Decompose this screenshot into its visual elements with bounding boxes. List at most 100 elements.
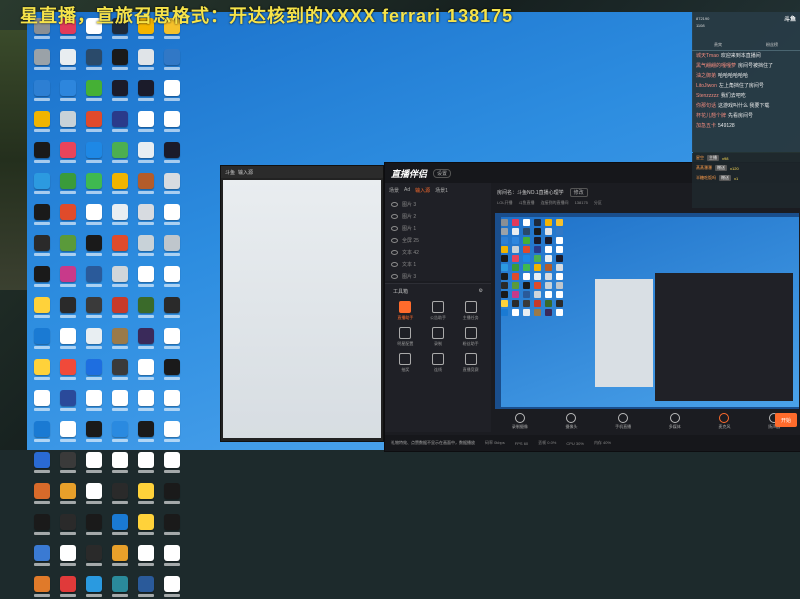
app-icon[interactable] <box>60 235 76 251</box>
bottom-tool-button[interactable]: 麦克风 <box>718 412 730 430</box>
desktop-shortcut[interactable] <box>30 295 54 320</box>
app-icon[interactable] <box>86 514 102 530</box>
desktop-shortcut[interactable] <box>134 512 158 537</box>
app-icon[interactable] <box>138 359 154 375</box>
layer-item[interactable]: 图片 2 <box>385 210 491 222</box>
desktop-shortcut[interactable] <box>82 543 106 568</box>
desktop-shortcut[interactable] <box>108 140 132 165</box>
desktop-shortcut[interactable] <box>134 109 158 134</box>
tool-button[interactable]: 粉丝助手 <box>454 327 487 347</box>
desktop-shortcut[interactable] <box>30 388 54 413</box>
app-icon[interactable] <box>164 483 180 499</box>
desktop-shortcut[interactable] <box>30 264 54 289</box>
desktop-shortcut[interactable] <box>56 512 80 537</box>
desktop-shortcut[interactable] <box>56 543 80 568</box>
desktop-shortcut[interactable] <box>56 78 80 103</box>
edit-room-button[interactable]: 修改 <box>569 187 588 197</box>
desktop-shortcut[interactable] <box>160 78 184 103</box>
app-icon[interactable] <box>112 173 128 189</box>
desktop-shortcut[interactable] <box>30 140 54 165</box>
desktop-shortcut[interactable] <box>160 47 184 72</box>
desktop-shortcut[interactable] <box>160 109 184 134</box>
desktop-shortcut[interactable] <box>56 109 80 134</box>
app-icon[interactable] <box>34 49 50 65</box>
app-icon[interactable] <box>112 297 128 313</box>
app-icon[interactable] <box>34 235 50 251</box>
app-icon[interactable] <box>60 204 76 220</box>
desktop-shortcut[interactable] <box>108 512 132 537</box>
desktop-shortcut[interactable] <box>134 295 158 320</box>
desktop-shortcut[interactable] <box>134 419 158 444</box>
desktop-shortcut[interactable] <box>134 47 158 72</box>
app-icon[interactable] <box>112 328 128 344</box>
app-icon[interactable] <box>164 49 180 65</box>
app-icon[interactable] <box>164 111 180 127</box>
app-icon[interactable] <box>164 328 180 344</box>
app-icon[interactable] <box>112 111 128 127</box>
desktop-shortcut[interactable] <box>56 233 80 258</box>
desktop-shortcut[interactable] <box>82 512 106 537</box>
app-icon[interactable] <box>112 390 128 406</box>
app-icon[interactable] <box>138 173 154 189</box>
tool-button[interactable]: 直播助手 <box>389 301 422 321</box>
desktop-shortcut[interactable] <box>56 357 80 382</box>
desktop-shortcut[interactable] <box>134 357 158 382</box>
app-icon[interactable] <box>164 576 180 592</box>
desktop-shortcut[interactable] <box>82 233 106 258</box>
app-icon[interactable] <box>138 142 154 158</box>
desktop-shortcut[interactable] <box>160 202 184 227</box>
desktop-shortcut[interactable] <box>30 481 54 506</box>
desktop-shortcut[interactable] <box>160 543 184 568</box>
desktop-shortcut[interactable] <box>160 419 184 444</box>
desktop-shortcut[interactable] <box>108 109 132 134</box>
desktop-shortcut[interactable] <box>82 450 106 475</box>
app-icon[interactable] <box>112 483 128 499</box>
app-icon[interactable] <box>34 483 50 499</box>
app-icon[interactable] <box>60 514 76 530</box>
app-icon[interactable] <box>112 204 128 220</box>
app-icon[interactable] <box>86 111 102 127</box>
desktop-shortcut[interactable] <box>134 171 158 196</box>
app-icon[interactable] <box>138 49 154 65</box>
app-icon[interactable] <box>60 111 76 127</box>
desktop-shortcut[interactable] <box>30 574 54 599</box>
app-icon[interactable] <box>164 142 180 158</box>
app-icon[interactable] <box>86 390 102 406</box>
desktop-shortcut[interactable] <box>82 295 106 320</box>
app-icon[interactable] <box>60 297 76 313</box>
desktop-shortcut[interactable] <box>160 326 184 351</box>
app-icon[interactable] <box>34 328 50 344</box>
layer-item[interactable]: 全屏 25 <box>385 234 491 246</box>
desktop-shortcut[interactable] <box>108 357 132 382</box>
desktop-shortcut[interactable] <box>160 357 184 382</box>
app-icon[interactable] <box>112 576 128 592</box>
chat-username[interactable]: Stenzzzzz <box>696 93 719 99</box>
desktop-shortcut[interactable] <box>56 419 80 444</box>
app-icon[interactable] <box>164 421 180 437</box>
desktop-shortcut[interactable] <box>134 543 158 568</box>
tab-fans[interactable]: 粉丝榜 <box>766 42 778 48</box>
tab-vip[interactable]: 贵宾 <box>714 42 722 48</box>
desktop-shortcut[interactable] <box>82 481 106 506</box>
desktop-shortcut[interactable] <box>160 233 184 258</box>
desktop-shortcut[interactable] <box>134 326 158 351</box>
eye-icon[interactable] <box>391 225 398 231</box>
bottom-tool-button[interactable]: 录制摄像 <box>512 412 528 430</box>
desktop-shortcut[interactable] <box>56 574 80 599</box>
app-icon[interactable] <box>138 80 154 96</box>
desktop-shortcut[interactable] <box>30 357 54 382</box>
preview-titlebar[interactable]: 斗鱼 输入源 <box>221 166 383 178</box>
app-icon[interactable] <box>164 266 180 282</box>
app-icon[interactable] <box>34 297 50 313</box>
app-icon[interactable] <box>60 80 76 96</box>
desktop-shortcut[interactable] <box>82 326 106 351</box>
desktop-shortcut[interactable] <box>134 450 158 475</box>
app-icon[interactable] <box>34 266 50 282</box>
desktop-shortcut[interactable] <box>108 202 132 227</box>
tool-button[interactable]: 明星配置 <box>389 327 422 347</box>
app-icon[interactable] <box>60 49 76 65</box>
eye-icon[interactable] <box>391 213 398 219</box>
desktop-shortcut[interactable] <box>108 326 132 351</box>
app-icon[interactable] <box>60 576 76 592</box>
app-icon[interactable] <box>34 452 50 468</box>
